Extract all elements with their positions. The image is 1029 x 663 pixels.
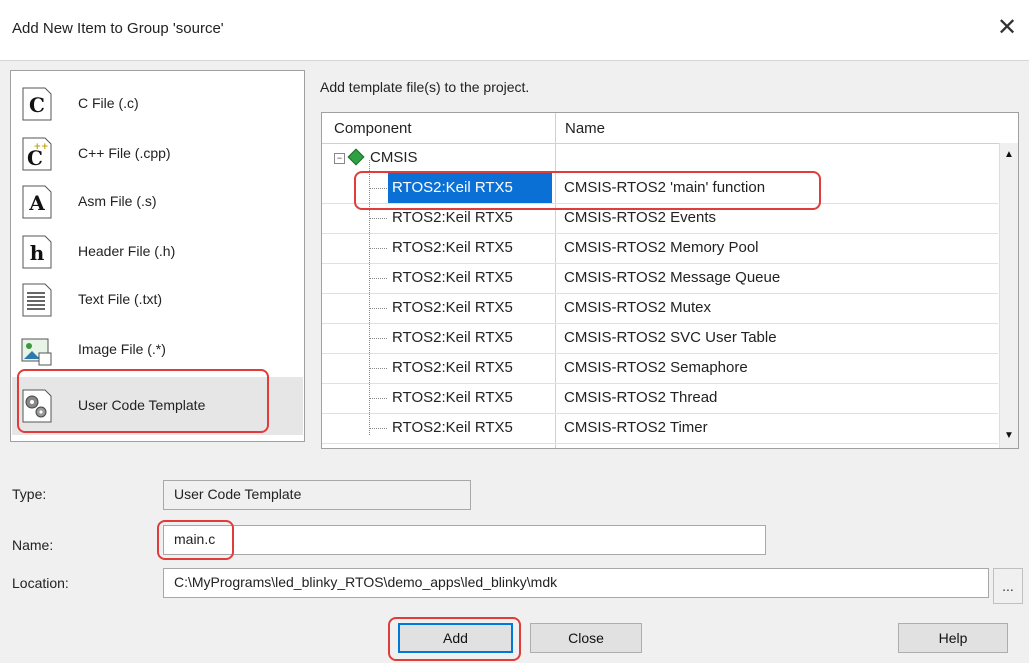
c-file-icon: C <box>22 87 52 121</box>
close-button[interactable]: Close <box>530 623 642 653</box>
browse-button[interactable]: ... <box>993 568 1023 604</box>
row-component: RTOS2:Keil RTX5 <box>392 329 513 346</box>
cpp-file-icon: C++ <box>22 137 52 171</box>
row-name: CMSIS-RTOS2 Thread <box>564 389 718 406</box>
file-type-label: C File (.c) <box>78 95 139 111</box>
file-type-text[interactable]: Text File (.txt) <box>21 279 291 321</box>
window-title: Add New Item to Group 'source' <box>12 20 224 37</box>
vertical-scrollbar[interactable]: ▲ ▼ <box>999 143 1018 448</box>
file-type-header[interactable]: h Header File (.h) <box>21 231 291 273</box>
type-value: User Code Template <box>174 486 302 502</box>
template-hint: Add template file(s) to the project. <box>320 79 530 95</box>
collapse-icon[interactable]: − <box>334 153 345 164</box>
location-input[interactable]: C:\MyPrograms\led_blinky_RTOS\demo_apps\… <box>163 568 989 598</box>
row-name: CMSIS-RTOS2 Events <box>564 209 716 226</box>
template-row[interactable]: RTOS2:Keil RTX5 CMSIS-RTOS2 Events <box>322 203 998 234</box>
row-name: CMSIS-RTOS2 SVC User Table <box>564 329 777 346</box>
tree-root-cmsis[interactable]: CMSIS <box>370 149 418 166</box>
template-row[interactable]: RTOS2:Keil RTX5 CMSIS-RTOS2 Message Queu… <box>322 263 998 294</box>
file-type-cpp[interactable]: C ++ C++ File (.cpp) <box>21 133 291 175</box>
file-type-label: Image File (.*) <box>78 341 166 357</box>
file-type-c[interactable]: C C File (.c) <box>21 83 291 125</box>
template-row[interactable]: RTOS2:Keil RTX5 CMSIS-RTOS2 Semaphore <box>322 353 998 384</box>
type-label: Type: <box>12 486 47 502</box>
template-row[interactable]: RTOS2:Keil RTX5 CMSIS-RTOS2 Thread <box>322 383 998 414</box>
help-button[interactable]: Help <box>898 623 1008 653</box>
template-row-selected[interactable]: RTOS2:Keil RTX5 CMSIS-RTOS2 'main' funct… <box>322 173 998 204</box>
gears-icon <box>22 389 52 423</box>
type-field: User Code Template <box>163 480 471 510</box>
template-row[interactable]: RTOS2:Keil RTX5 CMSIS-RTOS2 Memory Pool <box>322 233 998 264</box>
file-type-list: C C File (.c) C ++ C++ File (.cpp) A Asm … <box>10 70 305 442</box>
file-type-label: Asm File (.s) <box>78 193 157 209</box>
file-type-asm[interactable]: A Asm File (.s) <box>21 181 291 223</box>
close-icon[interactable]: ✕ <box>995 14 1019 42</box>
row-component: RTOS2:Keil RTX5 <box>392 359 513 376</box>
location-value: C:\MyPrograms\led_blinky_RTOS\demo_apps\… <box>174 574 558 590</box>
svg-text:h: h <box>30 241 45 265</box>
file-type-image[interactable]: Image File (.*) <box>21 329 291 371</box>
column-header-component[interactable]: Component <box>334 120 412 137</box>
cmsis-component-icon <box>347 148 365 166</box>
template-row[interactable]: RTOS2:Keil RTX5 CMSIS-RTOS2 SVC User Tab… <box>322 323 998 354</box>
row-component: RTOS2:Keil RTX5 <box>392 239 513 256</box>
title-bar: Add New Item to Group 'source' ✕ <box>0 0 1029 61</box>
template-table: Component Name − CMSIS RTOS2:Keil RTX5 C… <box>321 112 1019 449</box>
asm-file-icon: A <box>22 185 52 219</box>
row-name: CMSIS-RTOS2 Timer <box>564 419 708 436</box>
template-row[interactable]: RTOS2:Keil RTX5 CMSIS-RTOS2 Mutex <box>322 293 998 324</box>
name-input[interactable]: main.c <box>163 525 766 555</box>
svg-text:++: ++ <box>33 142 48 152</box>
file-type-user-code-template[interactable]: User Code Template <box>12 377 303 435</box>
column-header-name[interactable]: Name <box>565 120 605 137</box>
row-component: RTOS2:Keil RTX5 <box>392 299 513 316</box>
row-component: RTOS2:Keil RTX5 <box>392 209 513 226</box>
row-name: CMSIS-RTOS2 'main' function <box>564 179 766 196</box>
svg-text:C: C <box>29 93 45 117</box>
file-type-label: User Code Template <box>78 397 206 413</box>
row-name: CMSIS-RTOS2 Mutex <box>564 299 711 316</box>
file-type-label: C++ File (.cpp) <box>78 145 171 161</box>
template-row[interactable]: RTOS2:Keil RTX5 CMSIS-RTOS2 Timer <box>322 413 998 444</box>
file-type-label: Header File (.h) <box>78 243 176 259</box>
row-name: CMSIS-RTOS2 Semaphore <box>564 359 748 376</box>
svg-text:A: A <box>28 191 45 215</box>
header-file-icon: h <box>22 235 52 269</box>
image-file-icon <box>21 338 52 366</box>
row-component: RTOS2:Keil RTX5 <box>388 173 552 203</box>
row-name: CMSIS-RTOS2 Message Queue <box>564 269 781 286</box>
name-value: main.c <box>174 531 216 547</box>
row-component: RTOS2:Keil RTX5 <box>392 419 513 436</box>
table-header: Component Name <box>322 113 1018 144</box>
scroll-down-icon[interactable]: ▼ <box>1001 426 1017 446</box>
row-component: RTOS2:Keil RTX5 <box>392 269 513 286</box>
text-file-icon <box>22 283 52 317</box>
file-type-label: Text File (.txt) <box>78 291 163 307</box>
scroll-up-icon[interactable]: ▲ <box>1001 145 1017 165</box>
add-button[interactable]: Add <box>398 623 513 653</box>
row-component: RTOS2:Keil RTX5 <box>392 389 513 406</box>
location-label: Location: <box>12 575 69 591</box>
name-label: Name: <box>12 537 54 553</box>
row-name: CMSIS-RTOS2 Memory Pool <box>564 239 759 256</box>
